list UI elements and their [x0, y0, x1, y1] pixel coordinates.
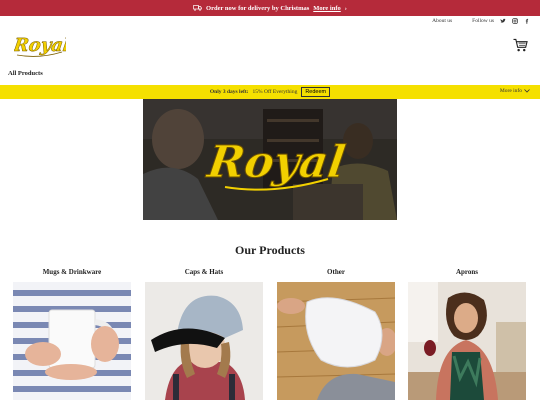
- about-us-link[interactable]: About us: [432, 18, 452, 24]
- announcement-text: Order now for delivery by Christmas: [206, 4, 310, 12]
- category-other[interactable]: Other: [276, 268, 396, 400]
- shopping-cart-icon[interactable]: [513, 38, 528, 52]
- category-label: Aprons: [455, 268, 479, 276]
- follow-us-label: Follow us: [472, 18, 494, 24]
- promo-bold-text: Only 3 days left:: [209, 89, 249, 95]
- instagram-icon[interactable]: [512, 18, 518, 24]
- truck-icon: [193, 5, 202, 11]
- category-image-aprons: [408, 282, 526, 400]
- promo-more-info[interactable]: More info: [500, 88, 530, 94]
- nav-all-products[interactable]: All Products: [8, 70, 43, 77]
- announcement-more-info-link[interactable]: More info: [313, 5, 341, 12]
- chevron-down-icon: [524, 89, 530, 93]
- hero-banner[interactable]: Royal: [143, 99, 397, 220]
- category-label: Caps & Hats: [184, 268, 224, 276]
- promo-bar: Only 3 days left: 15% Off Everything Red…: [0, 85, 540, 99]
- category-image-caps: [145, 282, 263, 400]
- products-section-title: Our Products: [235, 243, 305, 257]
- facebook-icon[interactable]: [524, 18, 530, 24]
- redeem-button[interactable]: Redeem: [301, 87, 331, 97]
- royal-logo[interactable]: Royal: [14, 30, 66, 60]
- twitter-icon[interactable]: [500, 18, 506, 24]
- category-caps[interactable]: Caps & Hats: [144, 268, 264, 400]
- chevron-right-icon: ›: [344, 4, 347, 12]
- category-mugs[interactable]: Mugs & Drinkware: [12, 268, 132, 400]
- promo-more-info-label: More info: [499, 88, 522, 94]
- category-label: Other: [327, 268, 345, 276]
- hero-image: Royal: [143, 99, 397, 220]
- top-links: About us Follow us: [432, 18, 530, 24]
- promo-text: 15% Off Everything: [252, 89, 298, 95]
- category-label: Mugs & Drinkware: [42, 268, 102, 276]
- category-image-mugs: [13, 282, 131, 400]
- category-aprons[interactable]: Aprons: [407, 268, 527, 400]
- announcement-bar: Order now for delivery by Christmas More…: [0, 0, 540, 16]
- category-image-other: [277, 282, 395, 400]
